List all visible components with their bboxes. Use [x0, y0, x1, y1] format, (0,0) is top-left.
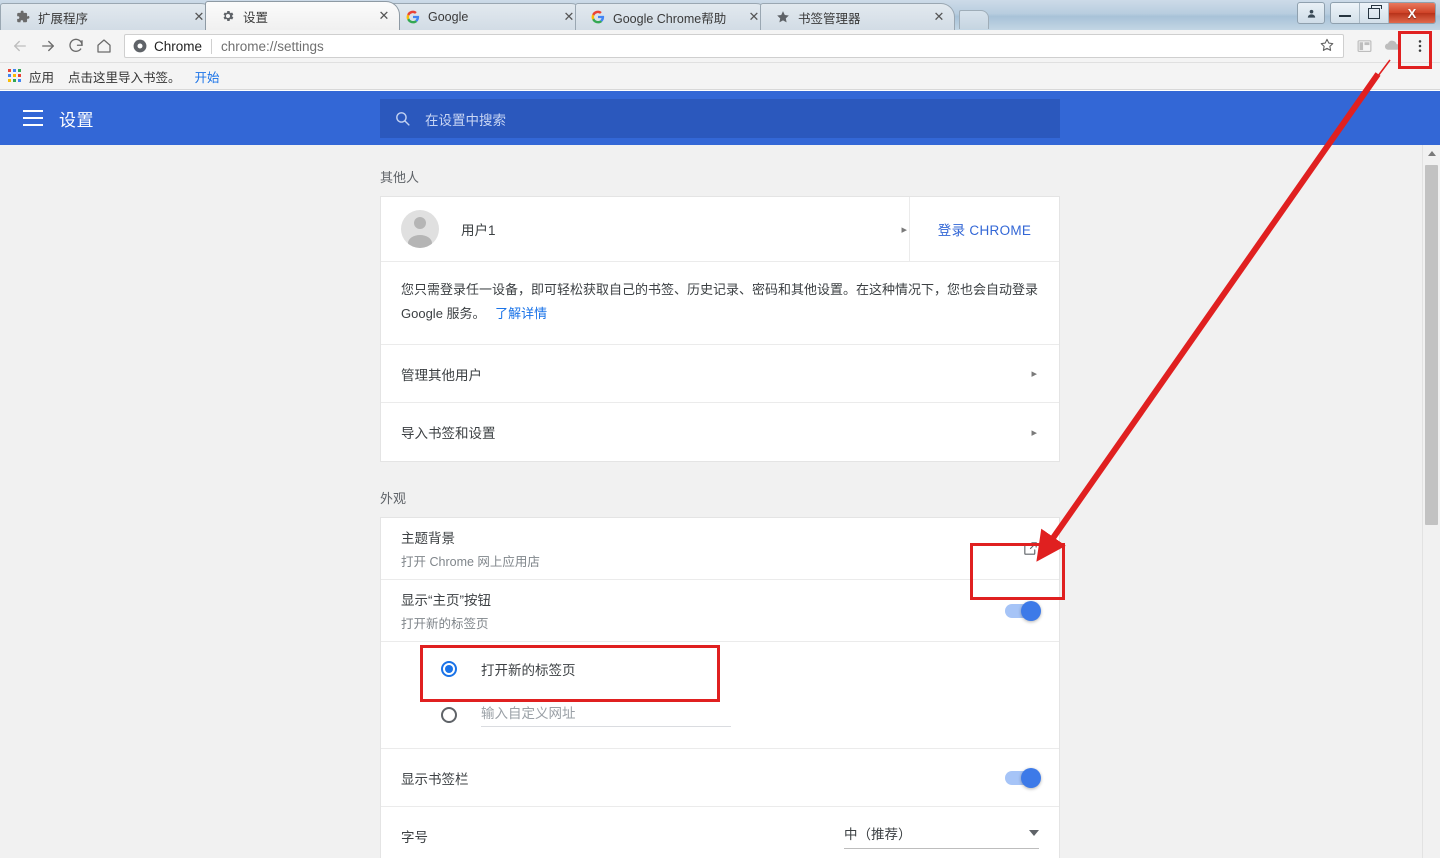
window-controls: X	[1297, 2, 1436, 24]
scroll-up-arrow-icon[interactable]	[1423, 145, 1440, 162]
theme-title: 主题背景	[401, 527, 540, 547]
import-bookmarks-start-link[interactable]: 开始	[195, 67, 220, 86]
import-bookmarks-text: 点击这里导入书签。	[68, 67, 181, 86]
search-icon	[394, 110, 411, 127]
home-option-new-tab[interactable]: 打开新的标签页	[381, 646, 1059, 692]
show-home-button-row[interactable]: 显示“主页”按钮 打开新的标签页	[381, 580, 1059, 642]
tab-strip: 扩展程序 ✕ 设置 ✕ Google ✕ Google Chrome帮助 ✕	[0, 0, 989, 30]
omnibox-scheme-label: Chrome	[154, 39, 202, 54]
apps-grid-icon[interactable]	[8, 69, 22, 83]
star-icon	[775, 9, 791, 25]
show-home-button-toggle[interactable]	[1005, 604, 1039, 618]
settings-search-box[interactable]: 在设置中搜索	[380, 99, 1060, 138]
tab-label: Google Chrome帮助	[613, 8, 747, 27]
google-icon	[590, 9, 606, 25]
three-dot-menu-icon[interactable]	[1406, 32, 1434, 60]
learn-more-link[interactable]: 了解详情	[495, 306, 547, 321]
sync-description: 您只需登录任一设备，即可轻松获取自己的书签、历史记录、密码和其他设置。在这种情况…	[381, 262, 1059, 345]
chrome-logo-icon	[133, 39, 147, 53]
row-label: 管理其他用户	[401, 364, 482, 384]
star-outline-icon[interactable]	[1319, 37, 1335, 56]
window-title-bar: 扩展程序 ✕ 设置 ✕ Google ✕ Google Chrome帮助 ✕	[0, 0, 1440, 30]
font-size-row[interactable]: 字号 中（推荐）	[381, 807, 1059, 858]
page-scrollbar[interactable]	[1422, 145, 1440, 858]
minimize-button[interactable]	[1331, 3, 1360, 23]
signin-cell[interactable]: 登录 CHROME	[909, 197, 1059, 261]
tab-close-button[interactable]: ✕	[192, 10, 206, 24]
home-button-title: 显示“主页”按钮	[401, 589, 491, 609]
forward-arrow-icon[interactable]	[34, 32, 62, 60]
restore-button[interactable]	[1360, 3, 1389, 23]
avatar	[401, 210, 439, 248]
tab-label: Google	[428, 10, 562, 24]
appearance-card: 主题背景 打开 Chrome 网上应用店 显示“主页”按钮 打开新的标签页 打开…	[380, 517, 1060, 858]
page-title: 设置	[59, 106, 94, 131]
radio-new-tab[interactable]	[441, 661, 457, 677]
people-card: 用户1 ▸ 登录 CHROME 您只需登录任一设备，即可轻松获取自己的书签、历史…	[380, 196, 1060, 462]
gear-icon	[220, 8, 236, 24]
theme-row[interactable]: 主题背景 打开 Chrome 网上应用店	[381, 518, 1059, 580]
row-label: 导入书签和设置	[401, 422, 496, 442]
home-icon[interactable]	[90, 32, 118, 60]
google-icon	[405, 9, 421, 25]
open-in-new-icon[interactable]	[1022, 540, 1039, 557]
tab-bookmark-manager[interactable]: 书签管理器 ✕	[760, 3, 955, 30]
show-bookmarks-bar-toggle[interactable]	[1005, 771, 1039, 785]
settings-content: 其他人 用户1 ▸ 登录 CHROME 您只需登录任一设备，即可轻松获取自己的书…	[0, 145, 1440, 858]
address-bar[interactable]: Chrome chrome://settings	[124, 34, 1344, 58]
tab-close-button[interactable]: ✕	[932, 10, 946, 24]
section-label-people: 其他人	[380, 167, 1440, 186]
reload-icon[interactable]	[62, 32, 90, 60]
tab-chrome-help[interactable]: Google Chrome帮助 ✕	[575, 3, 770, 30]
font-size-select[interactable]: 中（推荐）	[844, 823, 1039, 849]
tab-close-button[interactable]: ✕	[747, 10, 761, 24]
tab-label: 书签管理器	[798, 8, 932, 27]
home-page-options: 打开新的标签页	[381, 642, 1059, 749]
import-bookmarks-settings-row[interactable]: 导入书签和设置 ▸	[381, 403, 1059, 461]
font-size-title: 字号	[401, 826, 428, 846]
radio-custom-url[interactable]	[441, 707, 457, 723]
tab-extensions[interactable]: 扩展程序 ✕	[0, 3, 215, 30]
profile-name: 用户1	[461, 219, 496, 239]
tab-google[interactable]: Google ✕	[390, 3, 585, 30]
profile-row[interactable]: 用户1 ▸ 登录 CHROME	[381, 197, 1059, 262]
scrollbar-thumb[interactable]	[1425, 165, 1438, 525]
section-label-appearance: 外观	[380, 488, 1440, 507]
tab-close-button[interactable]: ✕	[377, 9, 391, 23]
hamburger-icon[interactable]	[23, 110, 43, 126]
chevron-right-icon: ▸	[1031, 367, 1037, 380]
font-size-value: 中（推荐）	[844, 823, 912, 843]
bookmarks-bar: 应用 点击这里导入书签。 开始	[0, 63, 1440, 90]
manage-other-users-row[interactable]: 管理其他用户 ▸	[381, 345, 1059, 403]
home-option-new-tab-label: 打开新的标签页	[481, 659, 576, 679]
chevron-right-icon: ▸	[1031, 426, 1037, 439]
bookmarks-bar-title: 显示书签栏	[401, 768, 469, 788]
settings-search-placeholder: 在设置中搜索	[425, 109, 506, 129]
chevron-down-icon	[1029, 830, 1039, 836]
browser-toolbar: Chrome chrome://settings	[0, 30, 1440, 63]
puzzle-icon	[15, 9, 31, 25]
theme-subtitle: 打开 Chrome 网上应用店	[401, 551, 540, 570]
show-bookmarks-bar-row[interactable]: 显示书签栏	[381, 749, 1059, 807]
cloud-icon[interactable]	[1378, 32, 1406, 60]
tab-label: 设置	[243, 7, 377, 26]
bookmark-apps-label[interactable]: 应用	[29, 67, 54, 86]
signin-chrome-button[interactable]: 登录 CHROME	[938, 219, 1031, 239]
tab-settings[interactable]: 设置 ✕	[205, 1, 400, 30]
settings-header: 设置 在设置中搜索	[0, 91, 1440, 145]
profile-window-button[interactable]	[1297, 2, 1325, 24]
cast-icon[interactable]	[1350, 32, 1378, 60]
home-button-subtitle: 打开新的标签页	[401, 613, 491, 632]
omnibox-divider	[211, 39, 212, 54]
tab-label: 扩展程序	[38, 8, 192, 27]
tab-close-button[interactable]: ✕	[562, 10, 576, 24]
back-arrow-icon[interactable]	[6, 32, 34, 60]
home-option-custom-url[interactable]	[381, 692, 1059, 738]
new-tab-button[interactable]	[959, 10, 989, 29]
close-button[interactable]: X	[1389, 3, 1435, 23]
custom-url-input[interactable]	[481, 703, 731, 727]
chevron-right-icon: ▸	[901, 223, 907, 236]
omnibox-scheme: Chrome	[133, 39, 202, 54]
omnibox-url: chrome://settings	[221, 39, 324, 54]
